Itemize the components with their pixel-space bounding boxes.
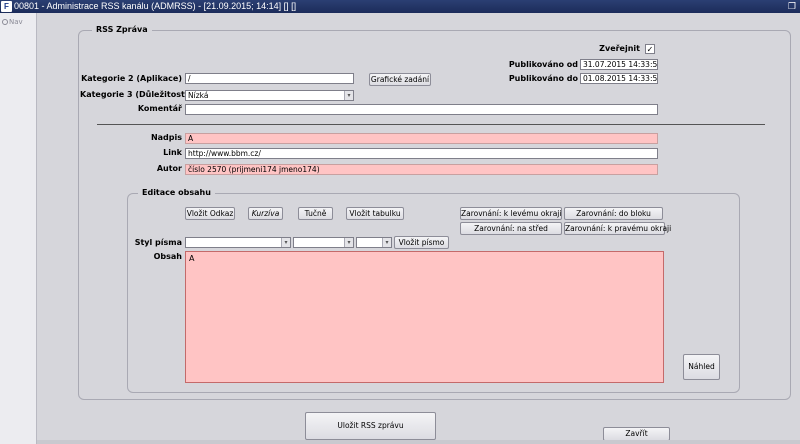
publish-label: Zveřejnit	[599, 44, 640, 53]
category2-field[interactable]: /	[185, 73, 354, 84]
graphic-assignment-button[interactable]: Grafické zadání	[369, 73, 431, 86]
chevron-down-icon[interactable]: ▾	[344, 91, 353, 100]
preview-button[interactable]: Náhled	[683, 354, 720, 380]
align-left-button[interactable]: Zarovnání: k levému okraji	[460, 207, 562, 220]
window-title-bar: F 00801 - Administrace RSS kanálu (ADMRS…	[0, 0, 800, 13]
save-rss-button[interactable]: Uložit RSS zprávu	[305, 412, 436, 440]
insert-font-button[interactable]: Vložit písmo	[394, 236, 449, 249]
content-editing-legend: Editace obsahu	[138, 188, 215, 197]
font-style-label: Styl písma	[134, 238, 182, 247]
headline-label: Nadpis	[150, 133, 182, 142]
category2-label: Kategorie 2 (Aplikace)	[81, 74, 182, 83]
rss-message-legend: RSS Zpráva	[92, 25, 152, 34]
content-editor[interactable]: A	[185, 251, 664, 383]
align-justify-button[interactable]: Zarovnání: do bloku	[564, 207, 663, 220]
window-title: 00801 - Administrace RSS kanálu (ADMRSS)…	[14, 1, 297, 11]
align-center-button[interactable]: Zarovnání: na střed	[460, 222, 562, 235]
bold-button[interactable]: Tučně	[298, 207, 333, 220]
italic-button[interactable]: Kurzíva	[248, 207, 283, 220]
restore-window-icon[interactable]: ❐	[788, 0, 796, 13]
category3-select[interactable]: Nízká ▾	[185, 90, 354, 101]
publish-checkbox[interactable]: ✓	[645, 44, 655, 54]
link-field[interactable]: http://www.bbm.cz/	[185, 148, 658, 159]
comment-field[interactable]	[185, 104, 658, 115]
align-right-button[interactable]: Zarovnání: k pravému okraji	[564, 222, 671, 235]
font-family-select[interactable]: ▾	[185, 237, 291, 248]
link-label: Link	[163, 148, 182, 157]
app-icon: F	[1, 1, 12, 12]
nav-item[interactable]: Nav	[2, 18, 23, 26]
nav-icon	[2, 19, 8, 25]
headline-field[interactable]: A	[185, 133, 658, 144]
content-label: Obsah	[153, 252, 182, 261]
chevron-down-icon[interactable]: ▾	[382, 238, 391, 247]
chevron-down-icon[interactable]: ▾	[344, 238, 353, 247]
author-field: číslo 2570 (prijmeni174 jmeno174)	[185, 164, 658, 175]
category3-value: Nízká	[188, 91, 209, 100]
bottom-edge	[37, 440, 800, 444]
insert-table-button[interactable]: Vložit tabulku	[346, 207, 404, 220]
category3-label: Kategorie 3 (Důležitost)	[80, 90, 189, 99]
chevron-down-icon[interactable]: ▾	[281, 238, 290, 247]
comment-label: Komentář	[137, 104, 182, 113]
font-color-select[interactable]: ▾	[356, 237, 392, 248]
section-separator	[97, 124, 765, 125]
close-button[interactable]: Zavřít	[603, 427, 670, 441]
insert-link-button[interactable]: Vložit Odkaz	[185, 207, 235, 220]
sidebar: Nav	[0, 13, 37, 444]
author-label: Autor	[156, 164, 182, 173]
published-to-field[interactable]: 01.08.2015 14:33:51	[580, 73, 658, 84]
published-from-label: Publikováno od	[508, 60, 578, 69]
published-from-field[interactable]: 31.07.2015 14:33:51	[580, 59, 658, 70]
font-size-select[interactable]: ▾	[293, 237, 354, 248]
published-to-label: Publikováno do	[508, 74, 578, 83]
nav-label: Nav	[9, 18, 23, 26]
